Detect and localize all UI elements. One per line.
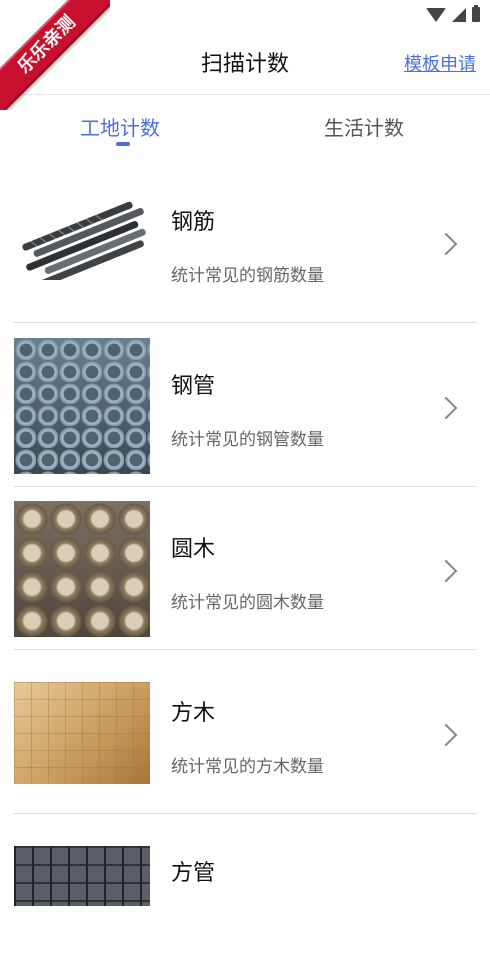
chevron-right-icon xyxy=(434,396,458,420)
list-item-square-wood[interactable]: 方木 统计常见的方木数量 xyxy=(14,651,476,814)
tab-site-count[interactable]: 工地计数 xyxy=(80,112,160,141)
battery-icon xyxy=(472,5,480,22)
item-name: 钢管 xyxy=(171,374,216,399)
watermark-text: 乐乐亲测 xyxy=(0,0,110,110)
status-icons xyxy=(426,5,480,22)
item-name: 方管 xyxy=(171,861,216,886)
item-description: 统计常见的钢管数量 xyxy=(171,430,324,450)
steel-pipes-image xyxy=(14,338,150,474)
signal-icon xyxy=(452,7,466,22)
active-tab-indicator xyxy=(116,142,130,146)
list-item-round-wood[interactable]: 圆木 统计常见的圆木数量 xyxy=(14,487,476,650)
chevron-right-icon xyxy=(434,559,458,583)
list-item-square-tube[interactable]: 方管 xyxy=(14,815,476,978)
wifi-icon xyxy=(426,7,446,22)
item-name: 钢筋 xyxy=(171,210,216,235)
watermark-ribbon: 乐乐亲测 xyxy=(0,0,110,110)
list-item-rebar[interactable]: 钢筋 统计常见的钢筋数量 xyxy=(14,160,476,323)
item-name: 方木 xyxy=(171,701,216,726)
item-description: 统计常见的圆木数量 xyxy=(171,593,324,613)
chevron-right-icon xyxy=(434,232,458,256)
item-description: 统计常见的方木数量 xyxy=(171,757,324,777)
square-timber-image xyxy=(14,682,150,784)
item-description: 统计常见的钢筋数量 xyxy=(171,266,324,286)
divider xyxy=(14,649,476,650)
list-item-steel-pipe[interactable]: 钢管 统计常见的钢管数量 xyxy=(14,324,476,487)
logs-image xyxy=(14,501,150,637)
template-request-link[interactable]: 模板申请 xyxy=(404,50,476,76)
item-name: 圆木 xyxy=(171,537,216,562)
divider xyxy=(14,813,476,814)
square-tubes-image xyxy=(14,846,150,906)
chevron-right-icon xyxy=(434,723,458,747)
rebar-image xyxy=(14,200,150,280)
divider xyxy=(14,322,476,323)
tab-life-count[interactable]: 生活计数 xyxy=(324,112,404,141)
